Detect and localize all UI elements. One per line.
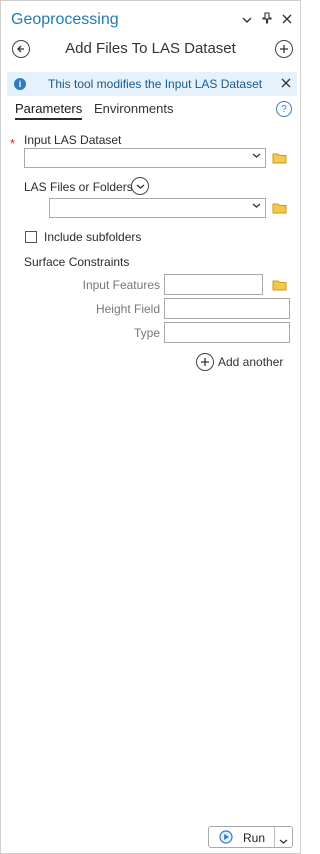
add-tool-button[interactable]	[275, 40, 293, 58]
chevron-down-icon	[136, 184, 144, 189]
info-message: This tool modifies the Input LAS Dataset	[48, 77, 263, 91]
plus-icon	[280, 45, 288, 53]
input-features-label: Input Features	[82, 278, 160, 292]
add-another-button[interactable]	[196, 353, 214, 371]
run-divider	[274, 827, 275, 847]
window-controls	[241, 12, 293, 27]
type-label: Type	[133, 326, 160, 340]
height-field-label: Height Field	[95, 302, 160, 316]
height-field-input[interactable]	[164, 298, 290, 319]
geoprocessing-pane	[0, 0, 301, 854]
las-files-label: LAS Files or Folders	[24, 180, 133, 194]
tab-parameters[interactable]: Parameters	[15, 101, 83, 120]
tool-title: Add Files To LAS Dataset	[65, 40, 236, 57]
folder-icon[interactable]	[272, 152, 288, 164]
expand-button[interactable]	[131, 177, 149, 195]
required-marker: *	[10, 136, 16, 151]
input-features-field[interactable]	[164, 274, 263, 295]
tab-environments[interactable]: Environments	[94, 101, 173, 116]
include-subfolders-checkbox[interactable]	[25, 231, 37, 243]
chevron-down-icon	[252, 201, 261, 212]
folder-icon[interactable]	[272, 279, 288, 291]
close-icon[interactable]	[281, 13, 293, 27]
folder-icon[interactable]	[272, 202, 288, 214]
las-files-combo[interactable]	[49, 198, 266, 218]
help-icon[interactable]: ?	[276, 101, 292, 117]
plus-icon	[201, 358, 209, 366]
pin-icon[interactable]	[261, 12, 273, 27]
include-subfolders-label: Include subfolders	[44, 230, 142, 244]
input-las-dataset-combo[interactable]	[24, 148, 266, 168]
info-close-icon[interactable]	[281, 76, 291, 91]
run-options-chevron-icon[interactable]	[279, 834, 288, 848]
input-las-dataset-label: Input LAS Dataset	[24, 133, 122, 147]
run-label: Run	[243, 831, 266, 845]
type-input[interactable]	[164, 322, 290, 343]
chevron-down-icon[interactable]	[241, 13, 253, 27]
play-icon	[219, 830, 233, 847]
pane-title: Geoprocessing	[11, 11, 119, 28]
surface-constraints-label: Surface Constraints	[24, 255, 130, 269]
add-another-label[interactable]: Add another	[218, 355, 283, 369]
info-icon: i	[14, 78, 26, 90]
chevron-down-icon	[252, 151, 261, 162]
